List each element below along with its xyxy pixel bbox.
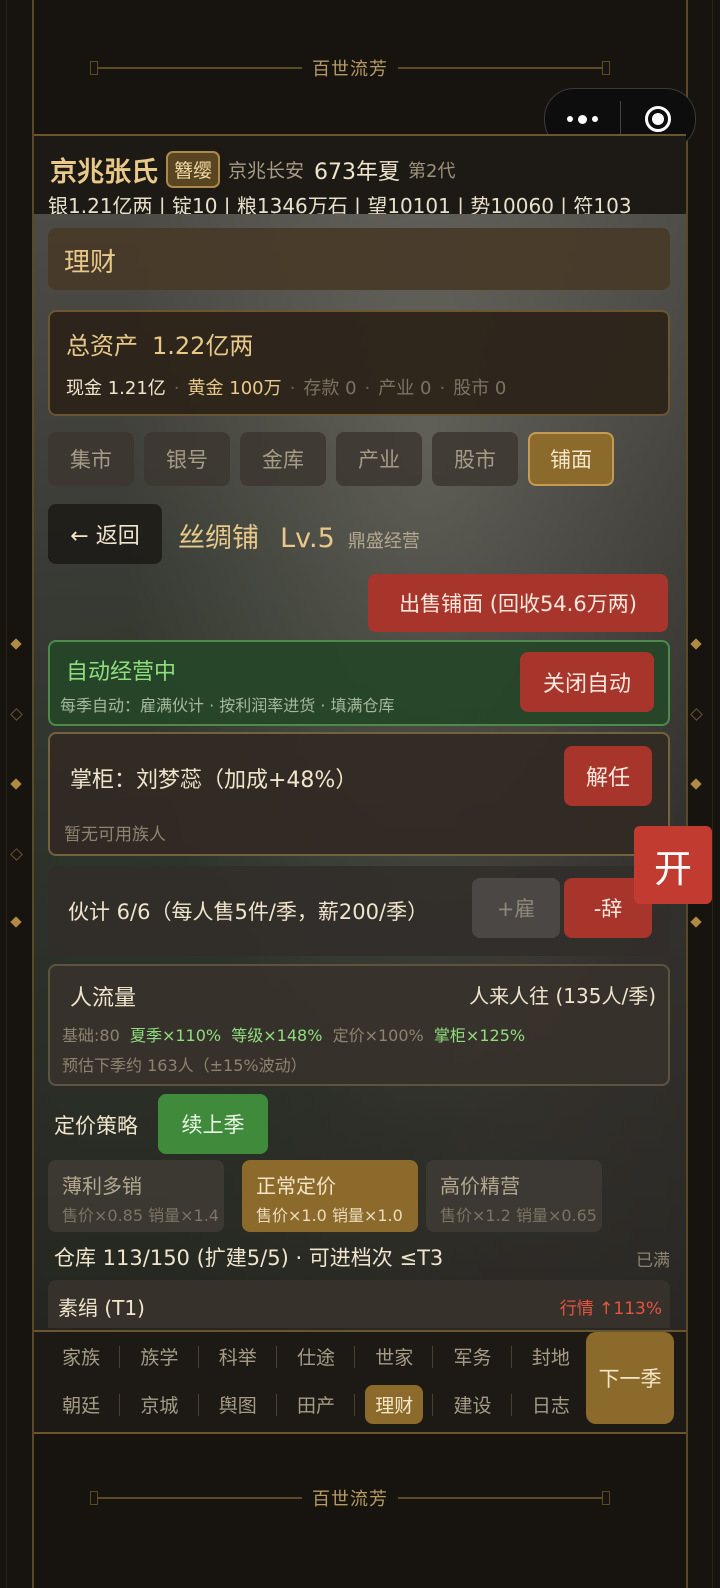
- staff-info: 伙计 6/6（每人售5件/季，薪200/季）: [68, 900, 429, 924]
- warehouse-status: 已满: [636, 1251, 670, 1271]
- industry-value: 产业 0: [378, 378, 432, 399]
- auto-manage-desc: 每季自动：雇满伙计 · 按利润率进货 · 填满仓库: [60, 696, 395, 715]
- tab-shops[interactable]: 铺面: [528, 432, 614, 486]
- shop-status: 鼎盛经营: [347, 531, 420, 552]
- shop-title: 丝绸铺 Lv.5 鼎盛经营: [178, 516, 420, 555]
- nav-log[interactable]: 日志: [512, 1380, 590, 1428]
- traffic-estimate: 预估下季约 163人（±15%波动）: [62, 1056, 307, 1075]
- pricing-option-normal[interactable]: 正常定价 售价×1.0 销量×1.0: [242, 1160, 418, 1232]
- diamond-ornament-icon: [10, 708, 23, 721]
- bottom-decoration: 百世流芳: [90, 1486, 610, 1510]
- tab-market[interactable]: 集市: [48, 432, 134, 486]
- item-name: 素绢 (T1): [58, 1296, 145, 1320]
- game-app: 京兆张氏 簪缨 京兆长安 673年夏 第2代 银1.21亿两 | 锭10 | 粮…: [34, 134, 686, 1434]
- outer-frame-left: [6, 0, 7, 1588]
- sell-shop-button[interactable]: 出售铺面 (回收54.6万两): [368, 574, 668, 632]
- clan-name: 京兆张氏: [50, 157, 158, 188]
- traffic-panel: 人流量 人来人往 (135人/季) 基础:80 夏季×110% 等级×148% …: [48, 964, 670, 1086]
- nav-career[interactable]: 仕途: [277, 1332, 356, 1380]
- nav-families[interactable]: 世家: [355, 1332, 434, 1380]
- top-decoration: 百世流芳: [90, 56, 610, 80]
- frame-line-right: [686, 0, 688, 1588]
- nav-exam[interactable]: 科举: [199, 1332, 278, 1380]
- generation: 第2代: [408, 160, 456, 182]
- hire-staff-button[interactable]: +雇: [472, 878, 560, 938]
- diamond-ornament-icon: [10, 848, 23, 861]
- target-icon: [644, 106, 671, 132]
- deco-title: 百世流芳: [312, 59, 388, 80]
- pricing-option-low[interactable]: 薄利多销 售价×0.85 销量×1.4: [48, 1160, 224, 1232]
- manager-note: 暂无可用族人: [64, 825, 166, 845]
- outer-frame-right: [712, 0, 713, 1588]
- traffic-value: 人来人往 (135人/季): [469, 984, 656, 1008]
- tab-industry[interactable]: 产业: [336, 432, 422, 486]
- tab-bank[interactable]: 银号: [144, 432, 230, 486]
- bottom-nav: 家族 族学 科举 仕途 世家 军务 封地 朝廷 京城 舆图 田产 理财 建设 日…: [34, 1330, 686, 1434]
- year-season: 673年夏: [314, 159, 401, 185]
- nav-military[interactable]: 军务: [433, 1332, 512, 1380]
- pricing-option-high[interactable]: 高价精营 售价×1.2 销量×0.65: [426, 1160, 602, 1232]
- nav-capital[interactable]: 京城: [120, 1380, 199, 1428]
- more-dots-icon: [566, 114, 598, 124]
- app-bottom-border: [34, 1432, 686, 1434]
- cash-value: 现金 1.21亿: [66, 378, 166, 399]
- item-market: 行情 ↑113%: [559, 1299, 662, 1319]
- pricing-label: 定价策略: [54, 1114, 138, 1138]
- location: 京兆长安: [228, 160, 305, 182]
- diamond-ornament-icon: [10, 778, 22, 790]
- finance-tabs: 集市 银号 金库 产业 股市 铺面: [48, 432, 614, 486]
- dismiss-manager-button[interactable]: 解任: [564, 746, 652, 806]
- diamond-ornament-icon: [690, 778, 702, 790]
- shop-level: Lv.5: [280, 523, 335, 554]
- list-item[interactable]: 素绢 (T1) 行情 ↑113%: [48, 1280, 670, 1328]
- clan-badge: 簪缨: [166, 151, 221, 188]
- total-assets-label: 总资产: [66, 332, 138, 360]
- diamond-ornament-icon: [690, 708, 703, 721]
- disable-auto-button[interactable]: 关闭自动: [520, 652, 654, 712]
- tab-stock-market[interactable]: 股市: [432, 432, 518, 486]
- assets-panel: 总资产 1.22亿两 现金 1.21亿 · 黄金 100万 · 存款 0 · 产业 0 · 股市 …: [48, 310, 670, 416]
- diamond-ornament-icon: [10, 916, 22, 928]
- continue-last-season-button[interactable]: 续上季: [158, 1094, 268, 1154]
- total-assets-value: 1.22亿两: [152, 332, 254, 360]
- manager-info: 掌柜：刘梦蕊（加成+48%）: [70, 768, 358, 793]
- shop-name: 丝绸铺: [178, 523, 259, 554]
- next-season-button[interactable]: 下一季: [586, 1332, 674, 1424]
- section-title-panel: 理财: [48, 228, 670, 290]
- diamond-ornament-icon: [10, 638, 22, 650]
- tab-treasury[interactable]: 金库: [240, 432, 326, 486]
- deposit-value: 存款 0: [303, 378, 357, 399]
- auto-manage-title: 自动经营中: [66, 660, 177, 685]
- floating-open-button[interactable]: 开: [634, 826, 712, 904]
- stocks-value: 股市 0: [453, 378, 507, 399]
- warehouse-info: 仓库 113/150 (扩建5/5) · 可进档次 ≤T3: [54, 1246, 444, 1270]
- nav-court[interactable]: 朝廷: [42, 1380, 121, 1428]
- deco-title: 百世流芳: [312, 1489, 388, 1510]
- section-title: 理财: [64, 248, 117, 278]
- nav-finance[interactable]: 理财: [355, 1380, 434, 1428]
- traffic-factors: 基础:80 夏季×110% 等级×148% 定价×100% 掌柜×125%: [62, 1026, 526, 1045]
- traffic-title: 人流量: [70, 986, 137, 1011]
- diamond-ornament-icon: [690, 638, 702, 650]
- nav-farmland[interactable]: 田产: [277, 1380, 356, 1428]
- nav-school[interactable]: 族学: [120, 1332, 199, 1380]
- diamond-ornament-icon: [690, 916, 702, 928]
- gold-value: 黄金 100万: [187, 378, 282, 399]
- nav-clan[interactable]: 家族: [42, 1332, 121, 1380]
- header: 京兆张氏 簪缨 京兆长安 673年夏 第2代 银1.21亿两 | 锭10 | 粮…: [34, 136, 686, 218]
- nav-fief[interactable]: 封地: [512, 1332, 590, 1380]
- nav-map[interactable]: 舆图: [199, 1380, 278, 1428]
- nav-build[interactable]: 建设: [433, 1380, 512, 1428]
- back-button[interactable]: ← 返回: [48, 504, 162, 564]
